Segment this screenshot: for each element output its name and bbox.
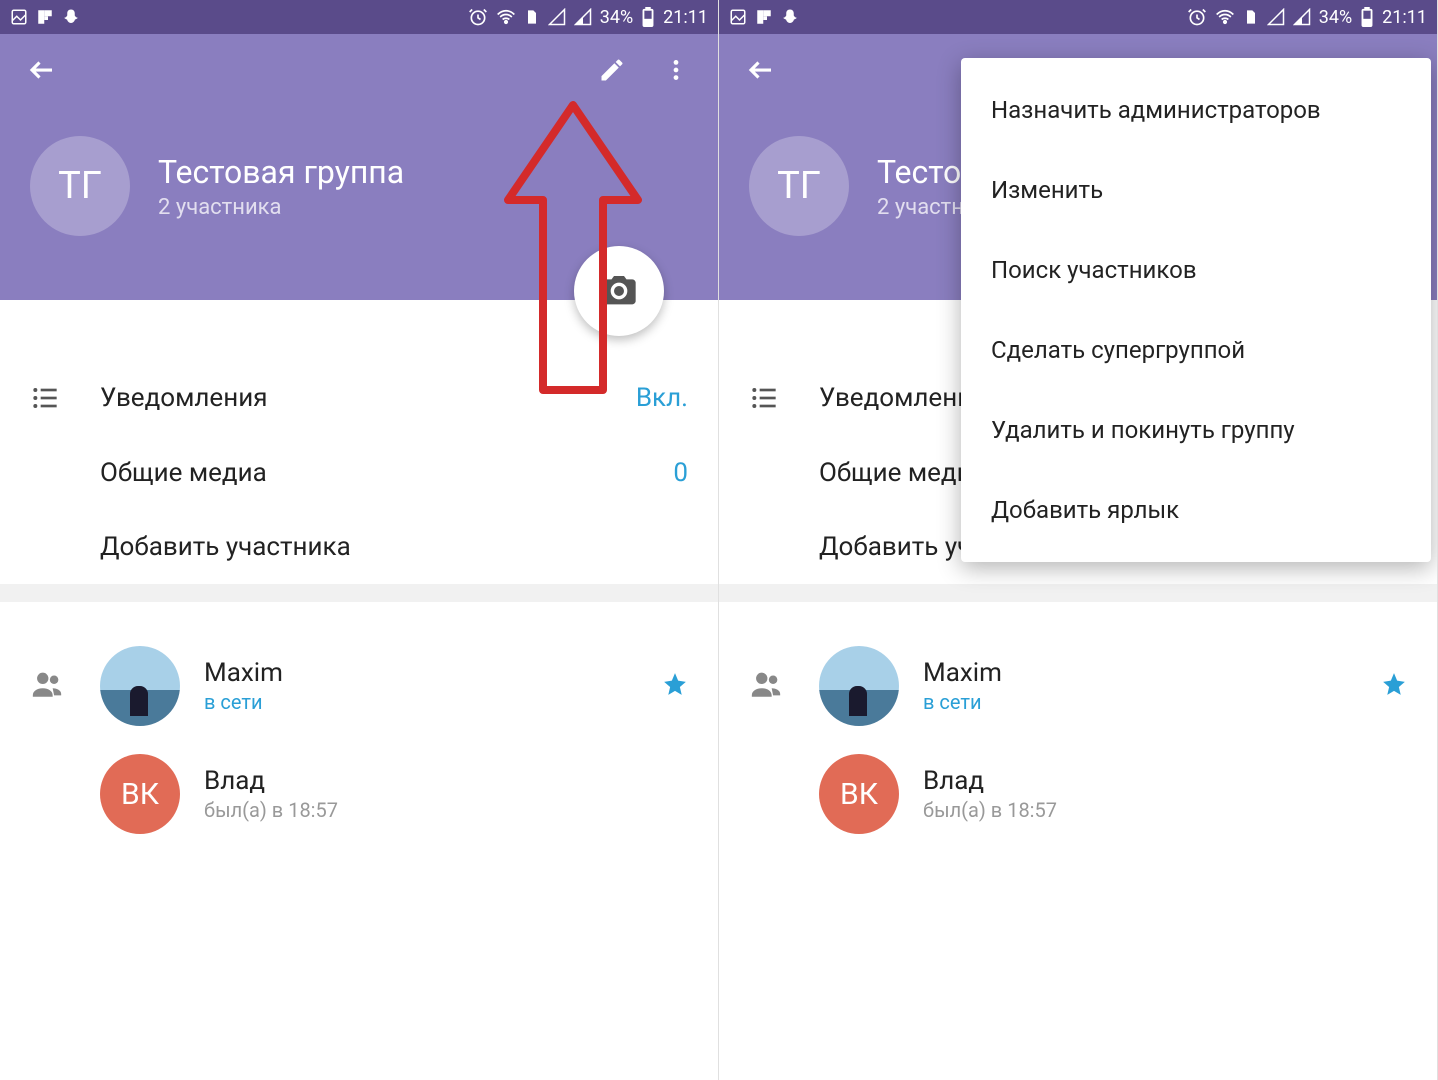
snapchat-icon <box>62 8 80 26</box>
more-button[interactable] <box>654 48 698 92</box>
add-member-label: Добавить участника <box>100 532 688 562</box>
member-status: в сети <box>923 690 1381 714</box>
screen-right: 34% 21:11 ТГ Тестовая группа 2 участника <box>719 0 1438 1080</box>
camera-button[interactable] <box>574 246 664 336</box>
member-avatar[interactable]: ВК <box>100 754 180 834</box>
avatar-initials: ВК <box>121 777 159 812</box>
battery-pct: 34% <box>600 7 633 28</box>
member-row[interactable]: Maxim в сети <box>749 632 1407 740</box>
signal-icon-2 <box>1293 8 1311 26</box>
add-member-row[interactable]: Добавить участника <box>0 510 718 584</box>
notifications-label: Уведомления <box>100 383 636 413</box>
member-name: Maxim <box>923 658 1381 688</box>
battery-icon <box>641 7 655 27</box>
shared-media-row[interactable]: Общие медиа 0 <box>0 436 718 510</box>
section-divider <box>0 584 718 602</box>
battery-pct: 34% <box>1319 7 1352 28</box>
menu-add-shortcut[interactable]: Добавить ярлык <box>961 470 1431 550</box>
shared-media-label: Общие медиа <box>100 458 673 488</box>
snapchat-icon <box>781 8 799 26</box>
image-icon <box>10 8 28 26</box>
shared-media-value: 0 <box>673 458 688 488</box>
member-status: в сети <box>204 690 662 714</box>
member-status: был(а) в 18:57 <box>204 798 688 822</box>
member-name: Maxim <box>204 658 662 688</box>
list-icon <box>749 382 819 414</box>
avatar-initials: ТГ <box>777 164 821 208</box>
signal-icon-1 <box>1267 8 1285 26</box>
alarm-icon <box>468 7 488 27</box>
wifi-icon <box>1215 7 1235 27</box>
screen-left: 34% 21:11 ТГ Тестовая группа <box>0 0 719 1080</box>
flipboard-icon <box>755 8 773 26</box>
notifications-row[interactable]: Уведомления Вкл. <box>0 360 718 436</box>
member-avatar[interactable]: ВК <box>819 754 899 834</box>
back-button[interactable] <box>739 48 783 92</box>
menu-edit[interactable]: Изменить <box>961 150 1431 230</box>
list-icon <box>30 382 100 414</box>
group-avatar[interactable]: ТГ <box>30 136 130 236</box>
menu-search-members[interactable]: Поиск участников <box>961 230 1431 310</box>
signal-icon-2 <box>574 8 592 26</box>
member-avatar[interactable] <box>100 646 180 726</box>
member-row[interactable]: ВК Влад был(а) в 18:57 <box>749 740 1407 848</box>
avatar-initials: ТГ <box>58 164 102 208</box>
battery-icon <box>1360 7 1374 27</box>
group-subtitle: 2 участника <box>158 195 404 220</box>
member-row[interactable]: ВК Влад был(а) в 18:57 <box>30 740 688 848</box>
options-menu: Назначить администраторов Изменить Поиск… <box>961 58 1431 562</box>
sim-icon <box>1243 7 1259 27</box>
menu-make-supergroup[interactable]: Сделать супергруппой <box>961 310 1431 390</box>
star-icon <box>662 671 688 701</box>
status-bar: 34% 21:11 <box>719 0 1437 34</box>
star-icon <box>1381 671 1407 701</box>
menu-delete-leave[interactable]: Удалить и покинуть группу <box>961 390 1431 470</box>
flipboard-icon <box>36 8 54 26</box>
member-avatar[interactable] <box>819 646 899 726</box>
menu-assign-admins[interactable]: Назначить администраторов <box>961 70 1431 150</box>
status-bar: 34% 21:11 <box>0 0 718 34</box>
member-status: был(а) в 18:57 <box>923 798 1407 822</box>
notifications-value: Вкл. <box>636 383 688 413</box>
edit-button[interactable] <box>590 48 634 92</box>
clock-time: 21:11 <box>1382 7 1427 28</box>
sim-icon <box>524 7 540 27</box>
image-icon <box>729 8 747 26</box>
group-avatar[interactable]: ТГ <box>749 136 849 236</box>
avatar-initials: ВК <box>840 777 878 812</box>
group-header: ТГ Тестовая группа 2 участника <box>0 34 718 300</box>
clock-time: 21:11 <box>663 7 708 28</box>
signal-icon-1 <box>548 8 566 26</box>
wifi-icon <box>496 7 516 27</box>
people-icon <box>30 667 100 705</box>
member-name: Влад <box>923 766 1407 796</box>
member-row[interactable]: Maxim в сети <box>30 632 688 740</box>
alarm-icon <box>1187 7 1207 27</box>
group-title: Тестовая группа <box>158 153 404 191</box>
people-icon <box>749 667 819 705</box>
back-button[interactable] <box>20 48 64 92</box>
member-name: Влад <box>204 766 688 796</box>
section-divider <box>719 584 1437 602</box>
